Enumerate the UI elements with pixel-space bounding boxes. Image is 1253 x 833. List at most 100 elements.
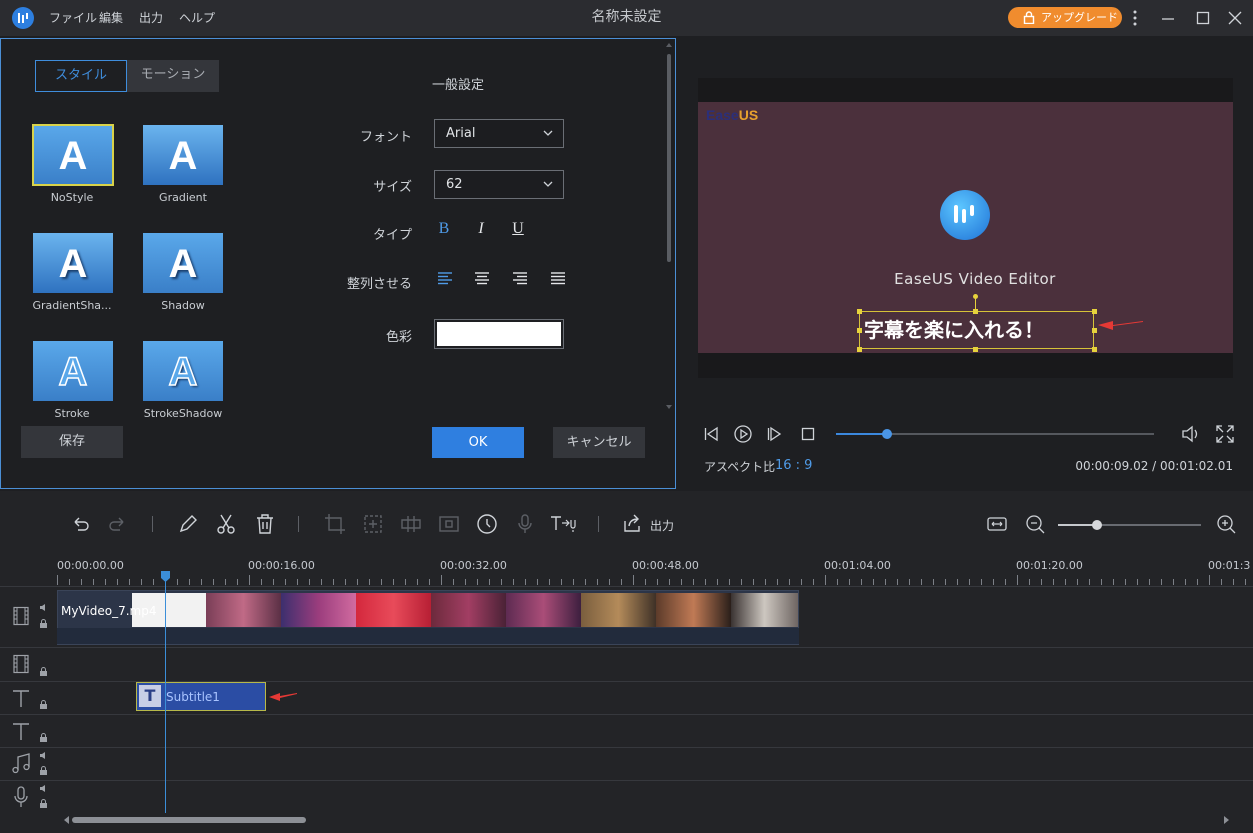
chevron-down-icon — [543, 180, 553, 188]
font-label: フォント — [359, 130, 412, 145]
scroll-right-icon[interactable] — [1224, 816, 1229, 824]
clip-thumbnail — [431, 593, 506, 627]
subtitle-clip-name: Subtitle1 — [166, 690, 220, 704]
aspect-label: アスペクト比 — [704, 460, 776, 474]
speaker-icon[interactable] — [39, 603, 49, 612]
style-tile-gradientshadow[interactable]: A — [33, 233, 113, 293]
fit-timeline-icon[interactable] — [985, 512, 1009, 536]
color-label: 色彩 — [385, 330, 412, 345]
color-picker[interactable] — [434, 319, 564, 349]
upgrade-label: アップグレード — [1041, 11, 1118, 24]
ruler-label: 00:01:3 — [1208, 559, 1251, 572]
align-left-icon[interactable] — [437, 271, 453, 285]
align-center-icon[interactable] — [474, 271, 490, 285]
text-to-speech-icon[interactable] — [549, 512, 579, 536]
rotate-handle[interactable] — [973, 294, 978, 299]
lock-icon[interactable] — [39, 799, 48, 809]
font-value: Arial — [446, 126, 476, 141]
resize-handle-tr[interactable] — [1092, 309, 1097, 314]
lock-icon[interactable] — [39, 766, 48, 776]
ruler-ticks — [57, 575, 1246, 585]
ruler-label: 00:00:16.00 — [248, 559, 315, 572]
ok-button[interactable]: OK — [432, 427, 524, 458]
text-clip-icon: T — [139, 685, 161, 707]
timeline-hscrollbar[interactable] — [72, 817, 306, 823]
tab-motion[interactable]: モーション — [127, 60, 219, 92]
overlay-track-icon — [11, 654, 31, 674]
style-tile-nostyle[interactable]: A — [32, 124, 114, 186]
playhead-marker[interactable] — [161, 571, 170, 583]
resize-handle-bl[interactable] — [857, 347, 862, 352]
lock-icon[interactable] — [39, 733, 48, 743]
stop-icon[interactable] — [801, 427, 815, 441]
cut-icon[interactable] — [214, 512, 238, 536]
export-label[interactable]: 出力 — [650, 517, 674, 534]
panel-scrollbar[interactable] — [667, 54, 671, 262]
progress-fill — [836, 433, 887, 435]
save-button[interactable]: 保存 — [21, 426, 123, 458]
align-justify-icon[interactable] — [550, 271, 566, 285]
video-clip-name: MyVideo_7.mp4 — [61, 604, 157, 618]
subtitle-overlay-text: 字幕を楽に入れる！ — [864, 318, 1044, 342]
speaker-icon[interactable] — [39, 784, 49, 793]
align-label: 整列させる — [346, 277, 412, 292]
style-tile-gradient[interactable]: A — [143, 125, 223, 185]
size-select[interactable]: 62 — [434, 170, 564, 199]
delete-icon[interactable] — [253, 512, 277, 536]
cancel-button[interactable]: キャンセル — [553, 427, 645, 458]
zoom-slider-knob[interactable] — [1091, 520, 1102, 530]
lock-icon[interactable] — [39, 667, 48, 677]
minimize-icon[interactable] — [1160, 10, 1176, 26]
style-tile-stroke[interactable]: A — [33, 341, 113, 401]
progress-knob[interactable] — [881, 429, 892, 439]
style-tile-shadow[interactable]: A — [143, 233, 223, 293]
zoom-in-icon[interactable] — [1214, 512, 1238, 536]
edit-icon[interactable] — [176, 512, 200, 536]
italic-button[interactable]: I — [469, 217, 493, 241]
lock-icon[interactable] — [39, 619, 48, 629]
close-icon[interactable] — [1227, 10, 1243, 26]
underline-button[interactable]: U — [506, 217, 530, 241]
export-icon[interactable] — [620, 512, 644, 536]
play-icon[interactable] — [734, 425, 752, 443]
playhead[interactable] — [165, 573, 166, 813]
fullscreen-icon[interactable] — [1216, 425, 1234, 443]
more-icon[interactable] — [1132, 10, 1138, 26]
brand-right: US — [738, 107, 759, 123]
maximize-icon[interactable] — [1195, 10, 1211, 26]
resize-handle-l[interactable] — [857, 328, 862, 333]
next-frame-icon[interactable] — [766, 426, 782, 442]
aspect-value[interactable]: 16 : 9 — [775, 458, 812, 473]
general-settings-title: 一般設定 — [431, 78, 484, 93]
type-label: タイプ — [372, 228, 412, 243]
prev-frame-icon[interactable] — [703, 426, 719, 442]
tab-style[interactable]: スタイル — [35, 60, 127, 92]
music-track — [0, 747, 1253, 780]
red-arrow-icon — [268, 689, 298, 703]
volume-icon[interactable] — [1181, 425, 1201, 443]
scroll-up-icon[interactable] — [666, 42, 672, 47]
brand-left: Ease — [706, 107, 739, 123]
align-right-icon[interactable] — [512, 271, 528, 285]
style-label-strokeshadow: StrokeShadow — [143, 407, 223, 420]
clip-thumbnail — [506, 593, 581, 627]
lock-icon[interactable] — [39, 700, 48, 710]
bold-button[interactable]: B — [432, 217, 456, 241]
scroll-left-icon[interactable] — [64, 816, 69, 824]
upgrade-button[interactable]: アップグレード — [1008, 7, 1122, 28]
lock-icon — [1023, 11, 1035, 24]
resize-handle-tl[interactable] — [857, 309, 862, 314]
font-select[interactable]: Arial — [434, 119, 564, 148]
duration-icon[interactable] — [475, 512, 499, 536]
zoom-out-icon[interactable] — [1023, 512, 1047, 536]
speaker-icon[interactable] — [39, 751, 49, 760]
ruler-label: 00:01:04.00 — [824, 559, 891, 572]
undo-icon[interactable] — [68, 512, 92, 536]
text-track-icon — [11, 688, 31, 708]
resize-handle-br[interactable] — [1092, 347, 1097, 352]
scroll-down-icon[interactable] — [666, 405, 672, 410]
style-tile-strokeshadow[interactable]: A — [143, 341, 223, 401]
redo-icon[interactable] — [106, 512, 130, 536]
chevron-down-icon — [543, 129, 553, 137]
resize-handle-b[interactable] — [973, 347, 978, 352]
